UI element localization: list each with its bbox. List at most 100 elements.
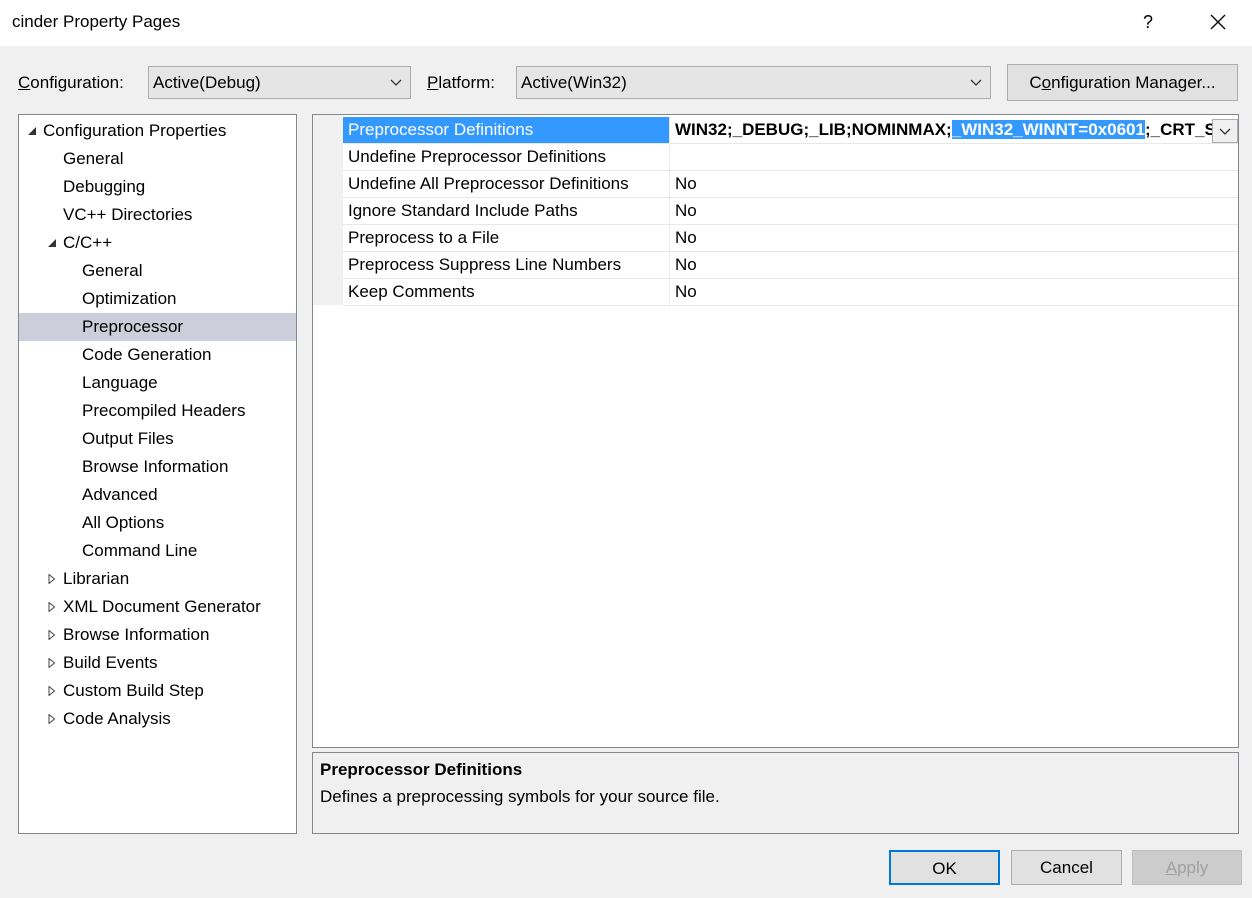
property-tree[interactable]: Configuration Properties General Debugging…: [18, 114, 297, 834]
tree-item-label: Debugging: [63, 177, 146, 196]
tree-item-label: General: [82, 261, 143, 280]
collapsed-triangle-icon[interactable]: [47, 677, 59, 705]
close-button[interactable]: [1196, 4, 1240, 40]
tree-item-general[interactable]: General: [19, 257, 296, 285]
apply-accel: A: [1165, 858, 1178, 877]
help-button[interactable]: ?: [1126, 4, 1170, 40]
config-manager-text-pre: C: [1029, 73, 1042, 92]
apply-text: pply: [1177, 858, 1209, 877]
tree-item-custom-build-step[interactable]: Custom Build Step: [19, 677, 296, 705]
tree-item-label: Configuration Properties: [43, 121, 227, 140]
property-name: Undefine All Preprocessor Definitions: [343, 171, 670, 197]
configuration-label: Configuration:: [18, 73, 124, 93]
tree-item-code-analysis[interactable]: Code Analysis: [19, 705, 296, 733]
description-text: Defines a preprocessing symbols for your…: [320, 787, 720, 806]
tree-item-label: Code Analysis: [63, 709, 171, 728]
expanded-triangle-icon[interactable]: [27, 117, 39, 145]
property-name: Ignore Standard Include Paths: [343, 198, 670, 224]
tree-item-code-generation[interactable]: Code Generation: [19, 341, 296, 369]
tree-item-label: General: [63, 149, 124, 168]
tree-item-command-line[interactable]: Command Line: [19, 537, 296, 565]
property-name: Keep Comments: [343, 279, 670, 305]
property-row-preprocess-suppress-line-numbers[interactable]: Preprocess Suppress Line Numbers No: [343, 252, 1238, 279]
tree-item-label: All Options: [82, 513, 165, 532]
tree-item-browse-information[interactable]: Browse Information: [19, 453, 296, 481]
collapsed-triangle-icon[interactable]: [47, 565, 59, 593]
tree-item-label: Output Files: [82, 429, 174, 448]
property-row-keep-comments[interactable]: Keep Comments No: [343, 279, 1238, 306]
tree-item-label: Code Generation: [82, 345, 212, 364]
tree-item-optimization[interactable]: Optimization: [19, 285, 296, 313]
defs-text-before: WIN32;_DEBUG;_LIB;NOMINMAX;: [675, 120, 952, 139]
platform-dropdown[interactable]: Active(Win32): [516, 66, 991, 99]
tree-item-advanced[interactable]: Advanced: [19, 481, 296, 509]
property-row-undefine-all-preprocessor-definitions[interactable]: Undefine All Preprocessor Definitions No: [343, 171, 1238, 198]
tree-item-label: XML Document Generator: [63, 597, 261, 616]
property-value[interactable]: No: [671, 252, 1238, 278]
collapsed-triangle-icon[interactable]: [47, 705, 59, 733]
config-manager-text-post: nfiguration Manager...: [1051, 73, 1216, 92]
configuration-label-accel: C: [18, 73, 31, 92]
property-value[interactable]: No: [671, 225, 1238, 251]
tree-item-label: Advanced: [82, 485, 158, 504]
apply-button[interactable]: Apply: [1132, 850, 1242, 885]
chevron-down-icon: [390, 79, 402, 86]
tree-item-label: C/C++: [63, 233, 113, 252]
tree-item-c-c[interactable]: C/C++: [19, 229, 296, 257]
tree-item-xml-document-generator[interactable]: XML Document Generator: [19, 593, 296, 621]
collapsed-triangle-icon[interactable]: [47, 593, 59, 621]
tree-item-label: Language: [82, 373, 158, 392]
chevron-down-icon: [1219, 128, 1231, 135]
tree-item-label: VC++ Directories: [63, 205, 193, 224]
tree-item-all-options[interactable]: All Options: [19, 509, 296, 537]
description-panel: Preprocessor Definitions Defines a prepr…: [312, 752, 1239, 834]
configuration-dropdown[interactable]: Active(Debug): [148, 66, 411, 99]
tree-item-librarian[interactable]: Librarian: [19, 565, 296, 593]
tree-item-debugging[interactable]: Debugging: [19, 173, 296, 201]
property-value[interactable]: [671, 144, 1238, 170]
preprocessor-definitions-field[interactable]: WIN32;_DEBUG;_LIB;NOMINMAX;_WIN32_WINNT=…: [671, 117, 1238, 143]
property-row-undefine-preprocessor-definitions[interactable]: Undefine Preprocessor Definitions: [343, 144, 1238, 171]
tree-item-label: Preprocessor: [82, 317, 184, 336]
collapsed-triangle-icon[interactable]: [47, 649, 59, 677]
tree-item-label: Command Line: [82, 541, 198, 560]
property-name: Undefine Preprocessor Definitions: [343, 144, 670, 170]
platform-value: Active(Win32): [521, 73, 627, 92]
tree-item-general[interactable]: General: [19, 145, 296, 173]
property-name: Preprocess Suppress Line Numbers: [343, 252, 670, 278]
property-value[interactable]: No: [671, 279, 1238, 305]
platform-label: Platform:: [427, 73, 495, 93]
tree-item-label: Browse Information: [63, 625, 210, 644]
defs-dropdown-button[interactable]: [1212, 119, 1238, 143]
property-name: Preprocessor Definitions: [343, 117, 670, 143]
chevron-down-icon: [970, 79, 982, 86]
tree-item-label: Precompiled Headers: [82, 401, 246, 420]
configuration-value: Active(Debug): [153, 73, 261, 92]
tree-item-label: Custom Build Step: [63, 681, 204, 700]
property-value[interactable]: No: [671, 198, 1238, 224]
tree-item-label: Browse Information: [82, 457, 229, 476]
tree-item-label: Librarian: [63, 569, 130, 588]
collapsed-triangle-icon[interactable]: [47, 621, 59, 649]
expanded-triangle-icon[interactable]: [47, 229, 59, 257]
tree-item-build-events[interactable]: Build Events: [19, 649, 296, 677]
property-grid[interactable]: Preprocessor Definitions WIN32;_DEBUG;_LI…: [312, 114, 1239, 748]
property-row-preprocess-to-a-file[interactable]: Preprocess to a File No: [343, 225, 1238, 252]
tree-item-preprocessor[interactable]: Preprocessor: [19, 313, 296, 341]
ok-button[interactable]: OK: [889, 850, 1000, 885]
property-row-preprocessor-definitions[interactable]: Preprocessor Definitions WIN32;_DEBUG;_LI…: [343, 117, 1238, 144]
tree-item-precompiled-headers[interactable]: Precompiled Headers: [19, 397, 296, 425]
title-bar: cinder Property Pages ?: [0, 0, 1252, 46]
property-value[interactable]: No: [671, 171, 1238, 197]
cancel-button[interactable]: Cancel: [1011, 850, 1122, 885]
property-row-ignore-standard-include-paths[interactable]: Ignore Standard Include Paths No: [343, 198, 1238, 225]
defs-text-selected: _WIN32_WINNT=0x0601: [951, 120, 1145, 139]
tree-item-label: Optimization: [82, 289, 177, 308]
tree-item-vc-directories[interactable]: VC++ Directories: [19, 201, 296, 229]
tree-item-output-files[interactable]: Output Files: [19, 425, 296, 453]
configuration-manager-button[interactable]: Configuration Manager...: [1007, 64, 1238, 101]
close-icon: [1210, 14, 1226, 30]
tree-item-language[interactable]: Language: [19, 369, 296, 397]
tree-item-configuration-properties[interactable]: Configuration Properties: [19, 117, 296, 145]
tree-item-browse-information[interactable]: Browse Information: [19, 621, 296, 649]
